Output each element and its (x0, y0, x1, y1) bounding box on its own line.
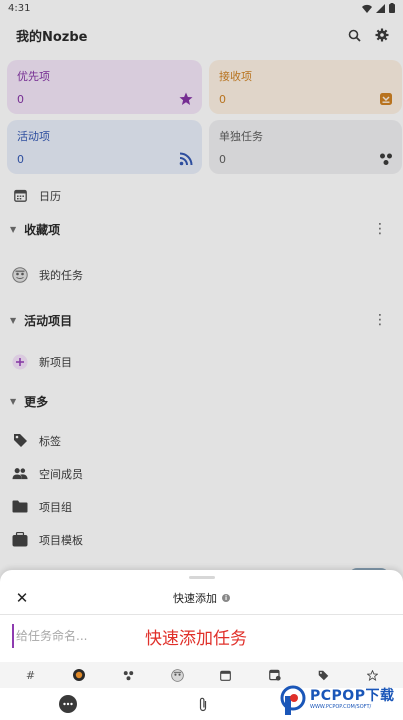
hashtag-icon[interactable]: # (21, 666, 39, 684)
star-outline-icon[interactable] (364, 666, 382, 684)
people-icon (12, 466, 28, 482)
card-active-count: 0 (17, 153, 24, 166)
section-more-title: 更多 (24, 394, 49, 409)
section-favorites-header: ▼ 收藏项 (10, 221, 60, 238)
quick-add-header: ✕ 快速添加 i (0, 582, 403, 614)
section-favorites-title: 收藏项 (24, 222, 61, 237)
card-single-count: 0 (219, 153, 226, 166)
chevron-down-icon: ▼ (10, 315, 17, 325)
dots-cluster-icon[interactable] (119, 666, 137, 684)
card-priority[interactable]: 优先项 0 (7, 60, 202, 114)
star-icon (179, 92, 193, 105)
template-icon (12, 532, 28, 548)
more-item-label: 项目组 (39, 500, 72, 514)
sheet-divider (0, 614, 403, 615)
summary-cards: 优先项 0 接收项 0 活动项 0 单独任务 0 (0, 54, 403, 174)
paperclip-icon[interactable] (194, 695, 212, 713)
chevron-down-icon: ▼ (10, 224, 17, 234)
feed-icon (179, 152, 193, 166)
gear-icon[interactable] (375, 28, 389, 42)
calendar-icon (12, 188, 28, 204)
pcpop-logo-icon (280, 685, 306, 715)
priority-circle-icon[interactable] (70, 666, 88, 684)
new-project-button[interactable]: 新项目 (0, 345, 403, 378)
watermark-sub: WWW.PCPOP.COM/SOFT/ (310, 704, 372, 710)
status-bar: 4:31 (0, 0, 403, 16)
watermark-text: PCPOP下载 WWW.PCPOP.COM/SOFT/ (310, 689, 394, 711)
signal-icon (376, 3, 385, 13)
card-inbox-count: 0 (219, 93, 226, 106)
info-icon[interactable]: i (222, 594, 230, 602)
section-active-projects[interactable]: ▼ 活动项目 ⋮ (0, 303, 403, 337)
more-item-label: 项目模板 (39, 533, 83, 547)
more-item-label: 标签 (39, 434, 61, 448)
time-calendar-icon[interactable] (266, 666, 284, 684)
quick-add-title: 快速添加 i (173, 590, 230, 606)
favorite-item-my-tasks[interactable]: 我的任务 (0, 258, 403, 291)
watermark-main: PCPOP下载 (310, 688, 395, 704)
assignee-icon[interactable] (168, 666, 186, 684)
drag-handle[interactable] (189, 576, 215, 579)
inbox-icon (380, 93, 392, 105)
card-active-label: 活动项 (17, 130, 50, 143)
task-name-input[interactable] (12, 624, 132, 648)
close-button[interactable]: ✕ (14, 590, 30, 606)
nav-calendar-label: 日历 (39, 189, 61, 203)
more-item-project-groups[interactable]: 项目组 (0, 490, 403, 523)
page-title: 我的Nozbe (16, 29, 88, 45)
card-single-tasks[interactable]: 单独任务 0 (209, 120, 402, 174)
section-favorites[interactable]: ▼ 收藏项 ⋮ (0, 212, 403, 246)
more-item-tags[interactable]: 标签 (0, 424, 403, 457)
quick-add-title-text: 快速添加 (173, 592, 217, 605)
section-more-header: ▼ 更多 (10, 393, 48, 410)
more-vertical-icon[interactable]: ⋮ (373, 222, 387, 236)
my-tasks-icon (12, 266, 28, 283)
annotation-text: 快速添加任务 (145, 629, 247, 649)
comment-icon[interactable] (59, 695, 77, 713)
wifi-icon (362, 4, 372, 13)
card-single-label: 单独任务 (219, 130, 263, 143)
watermark-logo: PCPOP下载 WWW.PCPOP.COM/SOFT/ (280, 683, 394, 717)
plus-icon (12, 354, 28, 370)
more-vertical-icon[interactable]: ⋮ (373, 313, 387, 327)
section-more[interactable]: ▼ 更多 (0, 384, 403, 418)
favorite-item-label: 我的任务 (39, 268, 83, 282)
tag-icon (12, 433, 28, 449)
folder-icon (12, 499, 28, 515)
card-priority-count: 0 (17, 93, 24, 106)
section-active-projects-title: 活动项目 (24, 313, 73, 328)
more-item-members[interactable]: 空间成员 (0, 457, 403, 490)
card-priority-label: 优先项 (17, 70, 50, 83)
status-icons (362, 3, 395, 13)
app-actions (348, 28, 389, 42)
new-project-label: 新项目 (39, 355, 72, 369)
calendar-icon[interactable] (217, 666, 235, 684)
app-bar: 我的Nozbe (0, 16, 403, 54)
battery-icon (389, 3, 395, 13)
section-active-projects-header: ▼ 活动项目 (10, 312, 72, 329)
status-time: 4:31 (8, 2, 31, 14)
dots-cluster-icon (380, 153, 392, 165)
more-item-project-templates[interactable]: 项目模板 (0, 523, 403, 556)
search-icon[interactable] (348, 29, 361, 42)
chevron-down-icon: ▼ (10, 396, 17, 406)
card-inbox[interactable]: 接收项 0 (209, 60, 402, 114)
card-inbox-label: 接收项 (219, 70, 252, 83)
tag-icon[interactable] (315, 666, 333, 684)
card-active[interactable]: 活动项 0 (7, 120, 202, 174)
more-item-label: 空间成员 (39, 467, 83, 481)
nav-calendar[interactable]: 日历 (0, 179, 403, 212)
